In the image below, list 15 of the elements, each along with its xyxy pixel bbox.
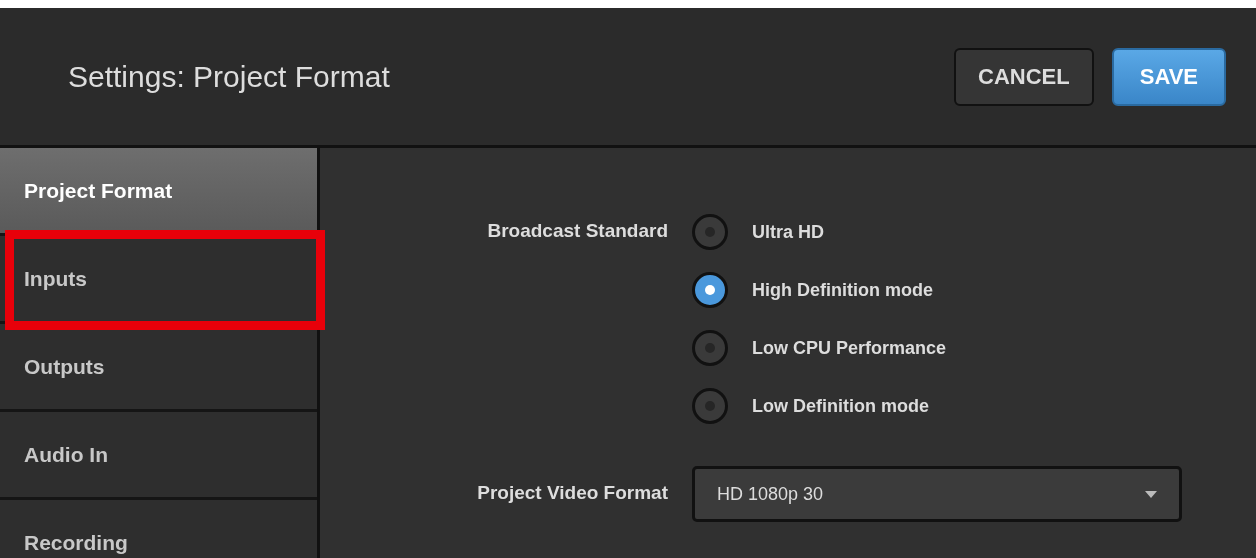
settings-title: Settings: Project Format <box>68 59 390 94</box>
radio-button[interactable] <box>692 388 728 424</box>
field-label: Project Video Format <box>476 481 668 505</box>
radio-button[interactable] <box>692 214 728 250</box>
cancel-button[interactable]: CANCEL <box>954 47 1094 106</box>
radio-label: High Definition mode <box>752 279 933 301</box>
radio-button[interactable] <box>692 272 728 308</box>
radio-label: Ultra HD <box>752 221 824 243</box>
sidebar-item[interactable]: Project Format <box>0 148 317 236</box>
radio-label: Low Definition mode <box>752 395 929 417</box>
field-label: Broadcast Standard <box>486 219 668 243</box>
format-dropdown[interactable]: HD 1080p 30 <box>692 466 1182 522</box>
radio-label: Low CPU Performance <box>752 337 947 359</box>
radio-button[interactable] <box>692 330 728 366</box>
dropdown-caret-icon <box>1145 490 1157 498</box>
